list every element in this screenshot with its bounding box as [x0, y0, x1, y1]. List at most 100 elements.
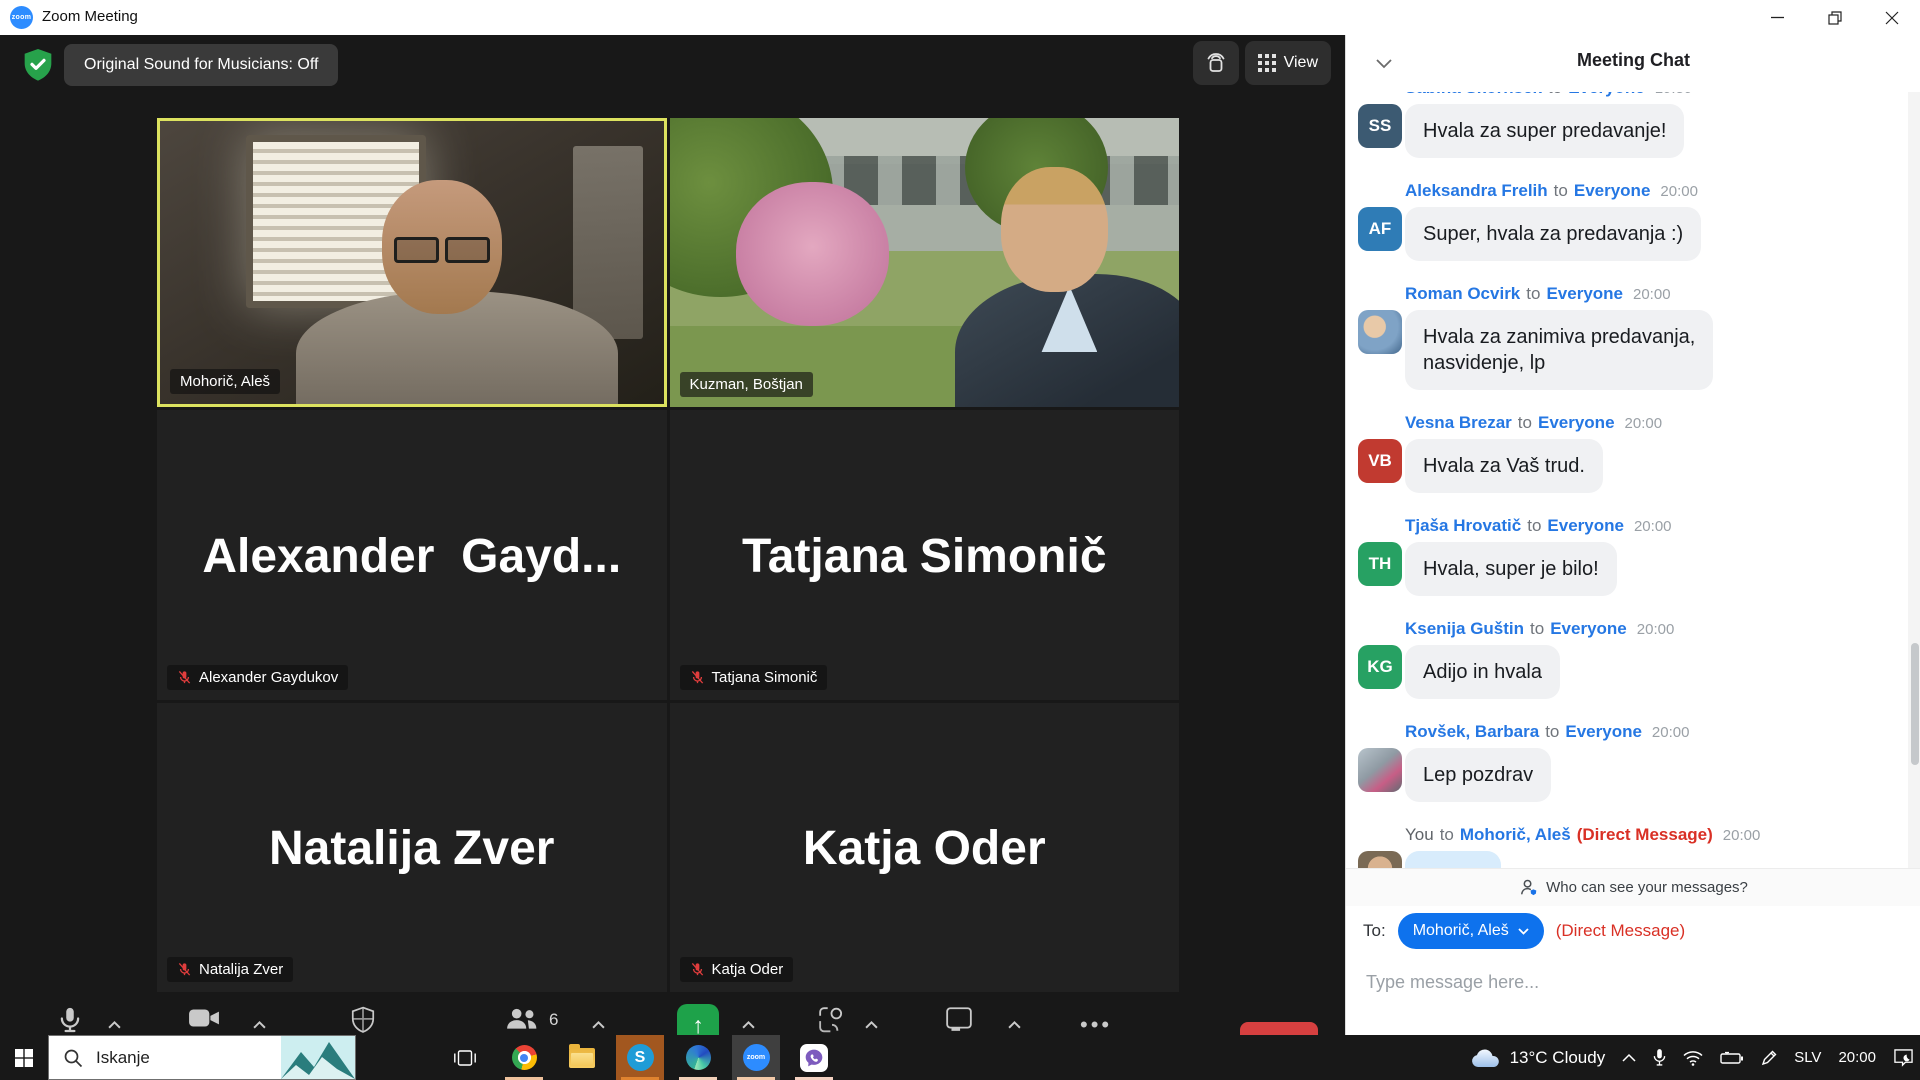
taskbar-item-zoom[interactable]: zoom — [732, 1035, 780, 1080]
video-tile-oder[interactable]: Katja Oder Katja Oder — [670, 703, 1180, 992]
grid-view-icon — [1258, 54, 1276, 72]
taskbar-item-skype[interactable]: S — [616, 1035, 664, 1080]
view-label: View — [1284, 54, 1318, 72]
window-title: Zoom Meeting — [42, 8, 138, 25]
message-time: 20:00 — [1660, 183, 1698, 200]
privacy-note[interactable]: Who can see your messages? — [1346, 868, 1920, 906]
tray-chevron-up-icon[interactable] — [1622, 1053, 1636, 1062]
task-view-button[interactable] — [441, 1035, 489, 1080]
direct-message-note: (Direct Message) — [1556, 921, 1685, 941]
cloud-icon — [1470, 1048, 1500, 1068]
meeting-toolbar: 6 ↑ ••• — [0, 1004, 1345, 1035]
tray-mic-icon[interactable] — [1653, 1048, 1666, 1067]
sender-name: Aleksandra Frelih — [1405, 181, 1548, 201]
muted-mic-icon — [690, 962, 705, 977]
taskbar-item-explorer[interactable] — [558, 1035, 606, 1080]
participant-video — [160, 121, 664, 404]
chat-message: KG Ksenija Guštin to Everyone 20:00 Adij… — [1358, 619, 1891, 699]
taskbar-item-viber[interactable] — [790, 1035, 838, 1080]
window-titlebar: zoom Zoom Meeting — [0, 0, 1920, 36]
tray-wifi-icon[interactable] — [1683, 1050, 1703, 1066]
participant-name-tag: Kuzman, Boštjan — [680, 372, 813, 397]
record-chevron-icon[interactable] — [865, 1016, 878, 1034]
recipient-name: Everyone — [1574, 181, 1651, 201]
taskbar-item-chrome[interactable] — [500, 1035, 548, 1080]
system-tray: 13°C Cloudy SLV 20:00 — [1470, 1035, 1914, 1080]
zoom-app-icon: zoom — [10, 6, 33, 29]
message-time: 20:00 — [1637, 621, 1675, 638]
chat-scrollbar-thumb[interactable] — [1911, 643, 1919, 765]
language-indicator[interactable]: SLV — [1794, 1049, 1821, 1066]
more-button[interactable]: ••• — [1080, 1012, 1112, 1035]
taskbar-item-edge[interactable] — [674, 1035, 722, 1080]
video-options-chevron-icon[interactable] — [253, 1016, 266, 1034]
search-highlight-art — [281, 1036, 355, 1079]
video-tile-zver[interactable]: Natalija Zver Natalija Zver — [157, 703, 667, 992]
muted-mic-icon — [177, 670, 192, 685]
participant-name-tag: Katja Oder — [680, 957, 794, 982]
chat-message: Roman Ocvirk to Everyone 20:00 Hvala za … — [1358, 284, 1891, 390]
taskbar-search[interactable]: Iskanje — [48, 1035, 356, 1080]
meeting-info-shield-icon[interactable] — [22, 47, 54, 83]
view-button[interactable]: View — [1245, 41, 1331, 85]
participants-chevron-icon[interactable] — [592, 1016, 605, 1034]
message-time: 20:00 — [1723, 827, 1761, 844]
tray-pen-icon[interactable] — [1761, 1050, 1777, 1066]
chat-message: TH Tjaša Hrovatič to Everyone 20:00 Hval… — [1358, 516, 1891, 596]
weather-widget[interactable]: 13°C Cloudy — [1470, 1048, 1606, 1068]
video-tile-mohoric[interactable]: Mohorič, Aleš — [157, 118, 667, 407]
recipient-name: Mohorič, Aleš — [1460, 825, 1571, 845]
message-bubble — [1405, 851, 1501, 868]
participants-button[interactable] — [505, 1006, 539, 1032]
chevron-down-icon — [1518, 928, 1529, 935]
mute-button[interactable] — [57, 1006, 83, 1035]
restore-button[interactable] — [1806, 0, 1863, 35]
security-button[interactable] — [350, 1006, 376, 1034]
message-bubble: Lep pozdrav — [1405, 748, 1551, 802]
search-placeholder: Iskanje — [96, 1048, 150, 1068]
video-grid: Mohorič, Aleš Kuzman, Boštjan Alexander … — [157, 118, 1179, 992]
chat-header: Meeting Chat — [1346, 35, 1920, 92]
sender-name: Sabina Skornšek — [1405, 92, 1542, 98]
mute-options-chevron-icon[interactable] — [108, 1016, 121, 1034]
chat-message: VB Vesna Brezar to Everyone 20:00 Hvala … — [1358, 413, 1891, 493]
task-view-icon — [453, 1046, 477, 1070]
share-screen-button[interactable]: ↑ — [677, 1004, 719, 1035]
message-bubble: Hvala za super predavanje! — [1405, 104, 1684, 158]
leave-button[interactable] — [1240, 1022, 1318, 1035]
to-label: To: — [1363, 921, 1386, 941]
chat-message: You to Mohorič, Aleš (Direct Message) 20… — [1358, 825, 1891, 868]
share-options-chevron-icon[interactable] — [742, 1016, 755, 1034]
apps-button[interactable] — [945, 1006, 973, 1032]
record-button[interactable] — [818, 1006, 846, 1034]
video-tile-simonic[interactable]: Tatjana Simonič Tatjana Simonič — [670, 410, 1180, 699]
participant-name-tag: Natalija Zver — [167, 957, 293, 982]
video-tile-gaydukov[interactable]: Alexander Gayd... Alexander Gaydukov — [157, 410, 667, 699]
tray-battery-icon[interactable] — [1720, 1051, 1744, 1065]
direct-message-label: (Direct Message) — [1577, 825, 1713, 845]
chat-message: SS Sabina Skornšek to Everyone 19:59 Hva… — [1358, 92, 1891, 158]
original-sound-button[interactable]: Original Sound for Musicians: Off — [64, 44, 338, 86]
participant-video — [670, 118, 1180, 407]
chat-message: Rovšek, Barbara to Everyone 20:00 Lep po… — [1358, 722, 1891, 802]
start-button[interactable] — [0, 1035, 48, 1080]
original-sound-label: Original Sound for Musicians: Off — [84, 56, 318, 74]
apps-chevron-icon[interactable] — [1008, 1016, 1021, 1034]
video-tile-kuzman[interactable]: Kuzman, Boštjan — [670, 118, 1180, 407]
windows-taskbar: Iskanje S zoom — [0, 1035, 1920, 1080]
avatar: VB — [1358, 439, 1402, 483]
recipient-selector[interactable]: Mohorič, Aleš — [1398, 913, 1544, 949]
cast-to-device-button[interactable] — [1193, 41, 1239, 85]
avatar — [1358, 748, 1402, 792]
recipient-name: Everyone — [1565, 722, 1642, 742]
participant-big-name: Tatjana Simonič — [670, 529, 1180, 584]
chat-message-list[interactable]: SS Sabina Skornšek to Everyone 19:59 Hva… — [1358, 92, 1891, 868]
close-icon[interactable] — [1863, 0, 1920, 35]
notification-center-icon[interactable] — [1893, 1048, 1914, 1067]
minimize-button[interactable] — [1749, 0, 1806, 35]
recipient-name: Everyone — [1538, 413, 1615, 433]
clock[interactable]: 20:00 — [1838, 1049, 1876, 1066]
chat-message-input[interactable] — [1364, 971, 1888, 994]
video-button[interactable] — [188, 1006, 220, 1030]
sender-name: Rovšek, Barbara — [1405, 722, 1539, 742]
